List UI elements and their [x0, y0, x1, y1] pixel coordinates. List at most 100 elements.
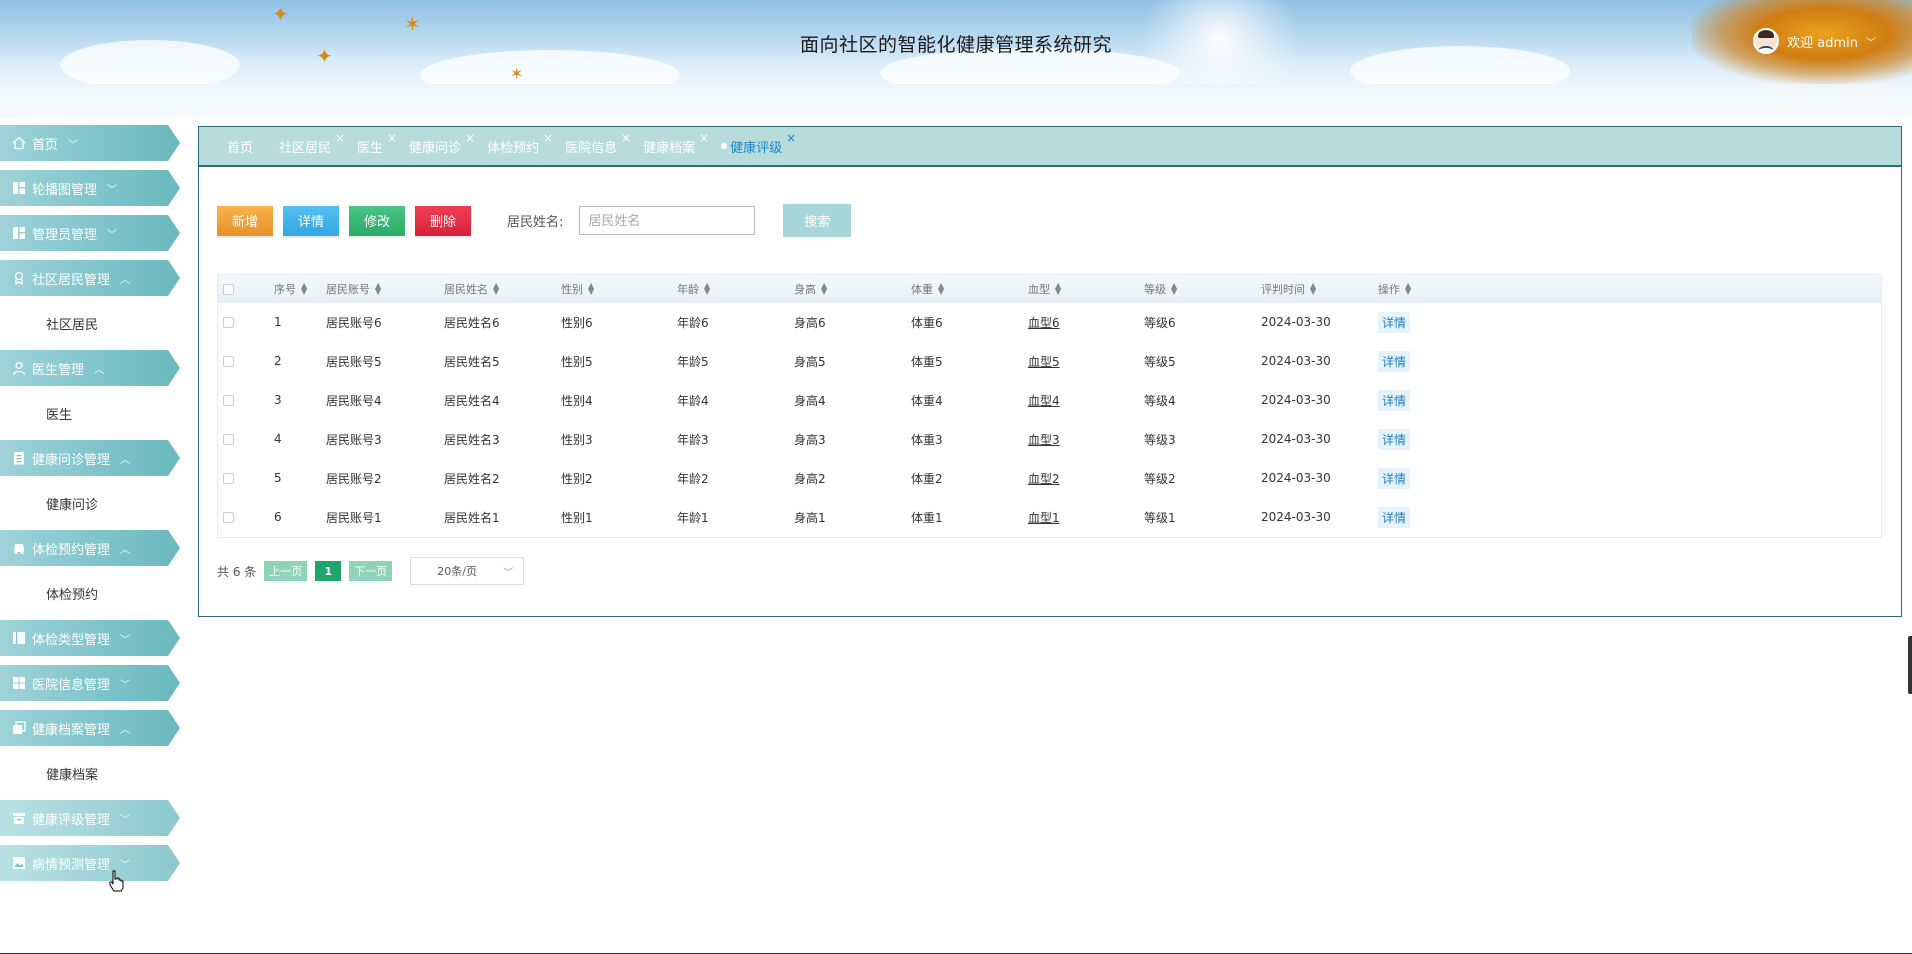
sort-icon[interactable]: ▲ ▼: [1055, 282, 1061, 296]
close-icon[interactable]: ×: [335, 131, 345, 145]
sort-icon[interactable]: ▲ ▼: [301, 282, 307, 296]
header-banner: ✦ ✶ ✦ ✶ 面向社区的智能化健康管理系统研究 欢迎 admin ﹀: [0, 0, 1912, 84]
sidebar-subitem[interactable]: 医生: [0, 395, 190, 431]
column-header[interactable]: 序号 ▲ ▼: [274, 281, 326, 297]
row-detail-link[interactable]: 详情: [1378, 389, 1411, 411]
sort-icon[interactable]: ▲ ▼: [375, 282, 381, 296]
row-detail-link[interactable]: 详情: [1378, 506, 1411, 528]
sidebar-item-6[interactable]: 体检预约管理 ︿: [0, 530, 180, 566]
column-header[interactable]: 身高 ▲ ▼: [794, 281, 911, 297]
archive-icon: [12, 811, 26, 825]
scroll-handle[interactable]: [1908, 636, 1912, 694]
sidebar-item-2[interactable]: 管理员管理 ﹀: [0, 215, 180, 251]
tab-3[interactable]: 健康问诊 ×: [409, 131, 475, 156]
image-icon: [12, 856, 26, 870]
table-cell: 体重6: [911, 315, 943, 330]
add-button[interactable]: 新增: [217, 205, 273, 236]
sort-icon[interactable]: ▲ ▼: [1310, 282, 1316, 296]
sidebar-item-1[interactable]: 轮播图管理 ﹀: [0, 170, 180, 206]
sort-icon[interactable]: ▲ ▼: [588, 282, 594, 296]
row-checkbox[interactable]: [223, 511, 234, 523]
user-menu[interactable]: 欢迎 admin ﹀: [1753, 28, 1876, 54]
close-icon[interactable]: ×: [465, 131, 475, 145]
column-header[interactable]: 操作 ▲ ▼: [1378, 281, 1478, 297]
column-header[interactable]: 居民账号 ▲ ▼: [326, 281, 444, 297]
sidebar-item-5[interactable]: 健康问诊管理 ︿: [0, 440, 180, 476]
table-cell: 5: [274, 471, 282, 485]
sidebar-item-9[interactable]: 健康档案管理 ︿: [0, 710, 180, 746]
row-checkbox[interactable]: [223, 472, 234, 484]
sort-icon[interactable]: ▲ ▼: [1171, 282, 1177, 296]
sidebar-item-label: 管理员管理: [32, 227, 98, 243]
tab-4[interactable]: 体检预约 ×: [487, 131, 553, 156]
sort-icon[interactable]: ▲ ▼: [493, 282, 499, 296]
detail-button[interactable]: 详情: [283, 205, 339, 236]
row-detail-link[interactable]: 详情: [1378, 311, 1411, 333]
tab-1[interactable]: 社区居民 ×: [279, 131, 345, 156]
tab-2[interactable]: 医生 ×: [357, 131, 397, 156]
table-cell: 身高5: [794, 354, 826, 369]
search-button[interactable]: 搜索: [783, 204, 852, 237]
table-cell: 居民账号4: [326, 393, 382, 408]
row-checkbox[interactable]: [223, 394, 234, 406]
delete-button[interactable]: 删除: [415, 205, 471, 236]
tab-0[interactable]: 首页: [227, 137, 261, 156]
sidebar-item-8[interactable]: 医院信息管理 ﹀: [0, 665, 180, 701]
sort-icon[interactable]: ▲ ▼: [938, 282, 944, 296]
table-cell: 详情: [1378, 389, 1478, 411]
sidebar-item-0[interactable]: 首页 ﹀: [0, 125, 180, 161]
edit-button[interactable]: 修改: [349, 205, 405, 236]
row-detail-link[interactable]: 详情: [1378, 428, 1411, 450]
tab-5[interactable]: 医院信息 ×: [565, 131, 631, 156]
sort-icon[interactable]: ▲ ▼: [704, 282, 710, 296]
close-icon[interactable]: ×: [621, 131, 631, 145]
row-checkbox[interactable]: [223, 316, 234, 328]
resident-name-input[interactable]: [579, 206, 756, 235]
tab-6[interactable]: 健康档案 ×: [643, 131, 709, 156]
column-header[interactable]: 血型 ▲ ▼: [1028, 281, 1144, 297]
sidebar-item-4[interactable]: 医生管理 ︿: [0, 350, 180, 386]
column-header[interactable]: 等级 ▲ ▼: [1144, 281, 1261, 297]
sidebar-item-11[interactable]: 病情预测管理 ﹀: [0, 845, 180, 881]
chevron-down-icon: ﹀: [120, 634, 131, 646]
sidebar-item-7[interactable]: 体检类型管理 ﹀: [0, 620, 180, 656]
table-cell: 年龄6: [677, 315, 709, 330]
table-cell: 性别3: [561, 432, 593, 447]
column-header[interactable]: 居民姓名 ▲ ▼: [444, 281, 561, 297]
row-checkbox[interactable]: [223, 433, 234, 445]
table-cell: 详情: [1378, 467, 1478, 489]
tab-label: 健康档案: [643, 140, 696, 156]
close-icon[interactable]: ×: [699, 131, 709, 145]
close-icon[interactable]: ×: [786, 131, 796, 145]
close-icon[interactable]: ×: [387, 131, 397, 145]
sidebar-item-label: 轮播图管理: [32, 182, 98, 198]
select-all-checkbox[interactable]: [223, 283, 234, 295]
page-size-select[interactable]: 20条/页 ﹀: [410, 557, 525, 585]
sidebar-item-3[interactable]: 社区居民管理 ︿: [0, 260, 180, 296]
sidebar-subitem[interactable]: 社区居民: [0, 305, 190, 341]
page-number-button[interactable]: 1: [315, 561, 342, 581]
tab-label: 医院信息: [565, 140, 618, 156]
next-page-button[interactable]: 下一页: [349, 561, 393, 581]
prev-page-button[interactable]: 上一页: [264, 561, 308, 581]
close-icon[interactable]: ×: [543, 131, 553, 145]
sidebar-subitem[interactable]: 健康档案: [0, 755, 190, 791]
column-header[interactable]: 体重 ▲ ▼: [911, 281, 1028, 297]
table-cell: 性别2: [561, 471, 593, 486]
sort-icon[interactable]: ▲ ▼: [821, 282, 827, 296]
column-header[interactable]: 评判时间 ▲ ▼: [1261, 281, 1378, 297]
sidebar-subitem[interactable]: 体检预约: [0, 575, 190, 611]
table-cell: 身高6: [794, 315, 826, 330]
column-header[interactable]: 性别 ▲ ▼: [561, 281, 677, 297]
table-cell: 身高4: [794, 393, 826, 408]
sidebar-item-10[interactable]: 健康评级管理 ﹀: [0, 800, 180, 836]
sort-icon[interactable]: ▲ ▼: [1405, 282, 1411, 296]
row-detail-link[interactable]: 详情: [1378, 350, 1411, 372]
column-header[interactable]: 年龄 ▲ ▼: [677, 281, 794, 297]
tab-7[interactable]: 健康评级 ×: [721, 131, 796, 156]
row-detail-link[interactable]: 详情: [1378, 467, 1411, 489]
row-checkbox[interactable]: [223, 355, 234, 367]
sidebar-subitem[interactable]: 健康问诊: [0, 485, 190, 521]
table-cell: 身高3: [794, 432, 826, 447]
tab-label: 首页: [227, 140, 254, 156]
